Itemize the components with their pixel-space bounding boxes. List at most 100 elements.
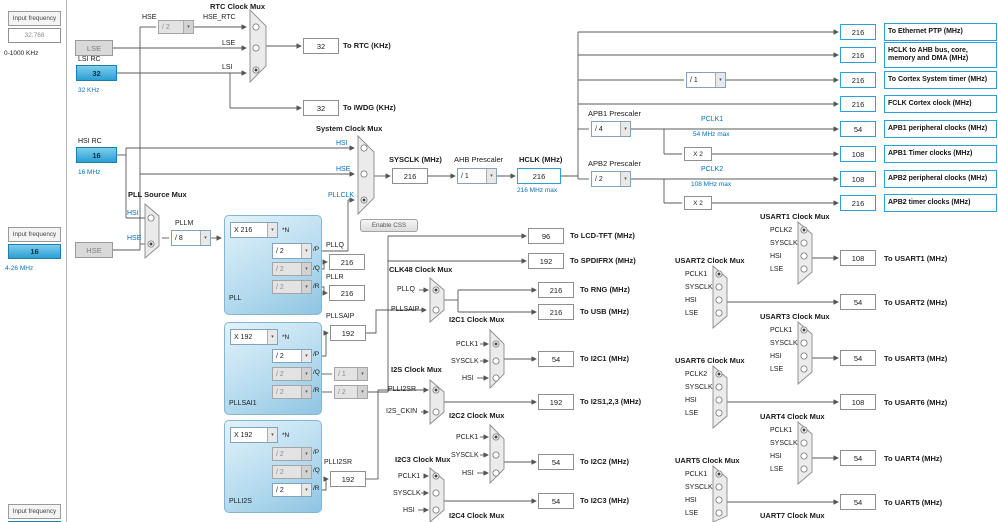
chevron-down-icon: ▾: [486, 169, 496, 183]
fclk-value[interactable]: 216: [840, 96, 876, 112]
radio-i2c1-hsi[interactable]: [492, 374, 500, 382]
cortex-timer-prescaler-dropdown[interactable]: / 1 ▾: [686, 72, 726, 88]
radio-uart4-2[interactable]: [800, 439, 808, 447]
radio-rtc-hse[interactable]: [252, 23, 260, 31]
apb2-timer-value[interactable]: 216: [840, 195, 876, 211]
apb1-periph-value[interactable]: 54: [840, 121, 876, 137]
radio-usart6-3[interactable]: [715, 396, 723, 404]
radio-rtc-lse[interactable]: [252, 44, 260, 52]
uart4-in1-label: PCLK1: [770, 427, 793, 434]
i2c2-hsi-label: HSI: [462, 470, 474, 477]
radio-i2s-ckin[interactable]: [432, 408, 440, 416]
radio-uart5-2[interactable]: [715, 483, 723, 491]
pll-r-dropdown: / 2 ▾: [272, 280, 312, 294]
radio-usart2-3[interactable]: [715, 296, 723, 304]
apb2-prescaler-dropdown[interactable]: / 2 ▾: [591, 171, 631, 187]
i2c1-pclk1-label: PCLK1: [456, 341, 479, 348]
to-rtc-label: To RTC (KHz): [343, 41, 391, 50]
chevron-down-icon: ▾: [301, 281, 311, 293]
pllm-value: / 8: [175, 234, 183, 242]
radio-uart4-3[interactable]: [800, 452, 808, 460]
sysclk-value-box: 216: [392, 168, 428, 184]
clk48-pllsaip-label: PLLSAIP: [391, 306, 420, 313]
plli2s-r-dropdown[interactable]: / 2 ▾: [272, 483, 312, 497]
uart7-mux-title: UART7 Clock Mux: [760, 511, 825, 520]
pll-p-value: / 2: [276, 247, 284, 255]
radio-usart3-2[interactable]: [800, 339, 808, 347]
pllsai-name-label: PLLSAI1: [229, 400, 257, 407]
radio-i2c2-sysclk[interactable]: [492, 451, 500, 459]
radio-i2c3-hsi[interactable]: [432, 506, 440, 514]
chevron-down-icon: ▾: [301, 350, 311, 362]
pllsai-n-dropdown[interactable]: X 192 ▾: [230, 329, 278, 345]
plli2s-q-value: / 2: [276, 468, 284, 476]
radio-usart1-4[interactable]: [800, 265, 808, 273]
pllsai-p-dropdown[interactable]: / 2 ▾: [272, 349, 312, 363]
lsi-rc-value-box[interactable]: 32: [76, 65, 117, 81]
radio-uart4-4[interactable]: [800, 465, 808, 473]
radio-usart1-2[interactable]: [800, 239, 808, 247]
pll-source-mux-shape: [144, 203, 160, 259]
usart1-in3-label: HSI: [770, 253, 782, 260]
pll-p-dropdown[interactable]: / 2 ▾: [272, 243, 312, 259]
apb2-periph-value[interactable]: 108: [840, 171, 876, 187]
pllsai-divq-value: / 1: [338, 370, 346, 378]
plli2s-n-value: X 192: [234, 431, 253, 439]
chevron-down-icon: ▾: [620, 172, 630, 186]
chevron-down-icon: ▾: [183, 21, 193, 33]
apb1-prescaler-dropdown[interactable]: / 4 ▾: [591, 121, 631, 137]
hclk-ahb-value[interactable]: 216: [840, 47, 876, 63]
radio-usart6-2[interactable]: [715, 383, 723, 391]
pll-n-dropdown[interactable]: X 216 ▾: [230, 222, 278, 238]
hclk-value-box[interactable]: 216: [517, 168, 561, 184]
radio-usart3-3[interactable]: [800, 352, 808, 360]
radio-clk48-pllsaip[interactable]: [432, 306, 440, 314]
radio-usart2-2[interactable]: [715, 283, 723, 291]
i2s-value: 192: [538, 394, 574, 410]
radio-usart2-4[interactable]: [715, 309, 723, 317]
pll-p-label: /P: [313, 246, 320, 253]
pllmux-hse-label: HSE: [127, 235, 142, 242]
radio-pll-hsi[interactable]: [147, 214, 155, 222]
radio-uart5-4[interactable]: [715, 509, 723, 517]
usart2-in1-label: PCLK1: [685, 271, 708, 278]
apb1-prescaler-value: / 4: [595, 125, 603, 133]
uart5-in2-label: SYSCLK: [685, 484, 713, 491]
pllq-label: PLLQ: [326, 242, 344, 249]
iwdg-value-box: 32: [303, 100, 339, 116]
radio-i2c3-sysclk[interactable]: [432, 489, 440, 497]
i2s-plli2sr-label: PLLI2SR: [388, 386, 417, 393]
usart3-in4-label: LSE: [770, 366, 784, 373]
pllr-value-box: 216: [329, 285, 365, 301]
input-frequency-rtc-value[interactable]: 32.768: [8, 28, 61, 43]
hse-freq-range: 4-26 MHz: [5, 265, 34, 272]
ethernet-ptp-value[interactable]: 216: [840, 24, 876, 40]
radio-usart1-3[interactable]: [800, 252, 808, 260]
usart2-label: To USART2 (MHz): [884, 298, 948, 307]
apb1-timer-value[interactable]: 108: [840, 146, 876, 162]
radio-sys-hse[interactable]: [360, 170, 368, 178]
hsi-rc-value-box[interactable]: 16: [76, 147, 117, 163]
ahb-prescaler-dropdown[interactable]: / 1 ▾: [457, 168, 497, 184]
system-mux-title: System Clock Mux: [316, 124, 383, 133]
radio-usart3-4[interactable]: [800, 365, 808, 373]
radio-uart5-3[interactable]: [715, 496, 723, 504]
radio-usart6-4[interactable]: [715, 409, 723, 417]
apb1-prescaler-label: APB1 Prescaler: [588, 109, 641, 118]
enable-css-button[interactable]: Enable CSS: [360, 219, 418, 232]
cortex-timer-value[interactable]: 216: [840, 72, 876, 88]
rtc-divider-dropdown: / 2 ▾: [158, 20, 194, 34]
input-frequency-hse-value[interactable]: 16: [8, 244, 61, 259]
plli2s-p-label: /P: [313, 449, 320, 456]
fclk-label: FCLK Cortex clock (MHz): [884, 95, 997, 113]
i2c1-mux-title: I2C1 Clock Mux: [449, 315, 505, 324]
plli2s-p-value: / 2: [276, 450, 284, 458]
i2c1-label: To I2C1 (MHz): [580, 354, 630, 363]
radio-sys-hsi[interactable]: [360, 144, 368, 152]
radio-i2c2-hsi[interactable]: [492, 469, 500, 477]
usart2-mux-title: USART2 Clock Mux: [675, 256, 745, 265]
plli2s-n-dropdown[interactable]: X 192 ▾: [230, 427, 278, 443]
i2c3-sysclk-label: SYSCLK: [393, 490, 421, 497]
pllm-dropdown[interactable]: / 8 ▾: [171, 230, 211, 246]
radio-i2c1-sysclk[interactable]: [492, 357, 500, 365]
